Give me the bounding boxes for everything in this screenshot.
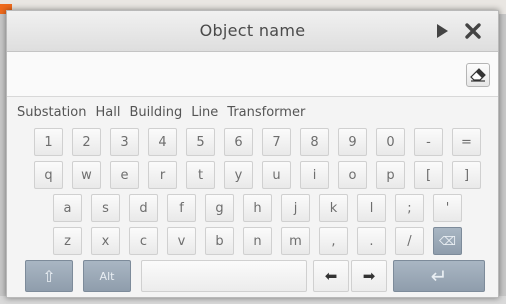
suggestion-building[interactable]: Building (129, 105, 182, 120)
shift-key[interactable]: ⇧ (25, 260, 73, 292)
object-name-input[interactable] (15, 60, 459, 90)
key-p[interactable]: p (376, 161, 405, 189)
key-h[interactable]: h (243, 194, 272, 222)
key-equals[interactable]: = (452, 128, 481, 156)
key-c[interactable]: c (129, 227, 158, 255)
key-5[interactable]: 5 (186, 128, 215, 156)
clear-button[interactable] (466, 63, 490, 87)
key-i[interactable]: i (300, 161, 329, 189)
key-n[interactable]: n (243, 227, 272, 255)
left-arrow-key[interactable]: ⬅ (313, 260, 349, 292)
key-d[interactable]: d (129, 194, 158, 222)
key-a[interactable]: a (53, 194, 82, 222)
backspace-key[interactable]: ⌫ (433, 227, 462, 255)
key-6[interactable]: 6 (224, 128, 253, 156)
key-e[interactable]: e (110, 161, 139, 189)
key-left-bracket[interactable]: [ (414, 161, 443, 189)
alt-key[interactable]: Alt (83, 260, 131, 292)
key-y[interactable]: y (224, 161, 253, 189)
key-4[interactable]: 4 (148, 128, 177, 156)
play-button[interactable] (430, 19, 454, 43)
key-j[interactable]: j (281, 194, 310, 222)
close-button[interactable] (461, 19, 485, 43)
key-period[interactable]: . (357, 227, 386, 255)
close-icon (465, 23, 481, 39)
key-x[interactable]: x (91, 227, 120, 255)
key-v[interactable]: v (167, 227, 196, 255)
key-minus[interactable]: - (414, 128, 443, 156)
dialog-title: Object name (199, 21, 306, 40)
suggestion-bar: Substation Hall Building Line Transforme… (7, 97, 498, 127)
suggestion-hall[interactable]: Hall (95, 105, 120, 120)
key-z[interactable]: z (53, 227, 82, 255)
key-w[interactable]: w (72, 161, 101, 189)
key-semicolon[interactable]: ; (395, 194, 424, 222)
dialog-title-bar: Object name (7, 11, 498, 52)
suggestion-substation[interactable]: Substation (17, 105, 86, 120)
suggestion-transformer[interactable]: Transformer (227, 105, 305, 120)
key-k[interactable]: k (319, 194, 348, 222)
eraser-icon (470, 68, 486, 82)
play-icon (437, 24, 448, 38)
key-8[interactable]: 8 (300, 128, 329, 156)
key-q[interactable]: q (34, 161, 63, 189)
right-arrow-key[interactable]: ➡ (351, 260, 387, 292)
key-b[interactable]: b (205, 227, 234, 255)
key-t[interactable]: t (186, 161, 215, 189)
enter-key[interactable]: ↵ (393, 260, 485, 292)
key-0[interactable]: 0 (376, 128, 405, 156)
key-comma[interactable]: , (319, 227, 348, 255)
key-o[interactable]: o (338, 161, 367, 189)
key-l[interactable]: l (357, 194, 386, 222)
input-row (7, 52, 498, 97)
key-s[interactable]: s (91, 194, 120, 222)
key-1[interactable]: 1 (34, 128, 63, 156)
key-g[interactable]: g (205, 194, 234, 222)
key-apostrophe[interactable]: ' (433, 194, 462, 222)
key-slash[interactable]: / (395, 227, 424, 255)
space-key[interactable] (141, 260, 307, 292)
key-r[interactable]: r (148, 161, 177, 189)
key-2[interactable]: 2 (72, 128, 101, 156)
key-7[interactable]: 7 (262, 128, 291, 156)
key-right-bracket[interactable]: ] (452, 161, 481, 189)
key-u[interactable]: u (262, 161, 291, 189)
key-m[interactable]: m (281, 227, 310, 255)
key-3[interactable]: 3 (110, 128, 139, 156)
key-9[interactable]: 9 (338, 128, 367, 156)
key-f[interactable]: f (167, 194, 196, 222)
suggestion-line[interactable]: Line (191, 105, 218, 120)
object-name-dialog: Object name Substation Hall Building Lin… (6, 10, 499, 298)
